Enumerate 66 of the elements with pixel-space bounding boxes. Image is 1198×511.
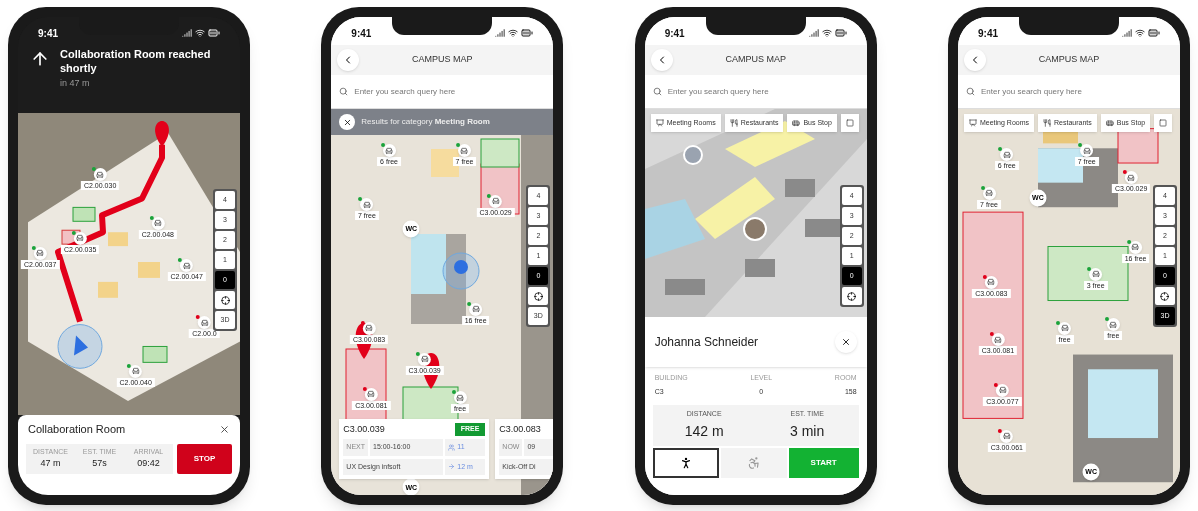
locate-button[interactable]	[1155, 287, 1175, 305]
status-time: 9:41	[664, 26, 685, 41]
crosshair-icon	[1160, 291, 1170, 301]
square-icon	[1159, 119, 1168, 127]
presentation-icon	[655, 119, 664, 127]
battery-icon	[1148, 27, 1160, 39]
signal-icon	[182, 28, 192, 38]
screen-title: CAMPUS MAP	[1038, 53, 1100, 67]
stat-value: 57s	[92, 457, 107, 470]
people-icon	[448, 443, 456, 451]
battery-icon	[834, 27, 847, 39]
person-name: Johanna Schneider	[654, 334, 759, 351]
signal-icon	[495, 28, 506, 38]
fork-knife-icon	[1043, 119, 1051, 127]
back-button[interactable]	[337, 49, 360, 71]
back-button[interactable]	[964, 49, 986, 71]
stat-value: 47 m	[40, 457, 61, 470]
close-icon	[840, 337, 851, 347]
close-icon	[342, 117, 352, 127]
crosshair-icon	[847, 291, 857, 301]
search-field[interactable]: Enter you search query here	[981, 81, 1172, 102]
status-time: 9:41	[978, 26, 998, 41]
wifi-icon	[821, 28, 832, 38]
locate-button[interactable]	[841, 287, 862, 305]
status-time: 9:41	[38, 26, 58, 41]
battery-icon	[208, 27, 220, 39]
presentation-icon	[969, 119, 977, 127]
screen-title: CAMPUS MAP	[412, 53, 473, 67]
search-icon	[652, 87, 662, 96]
screen-title: CAMPUS MAP	[725, 53, 786, 67]
crosshair-icon	[533, 291, 543, 301]
wheelchair-icon	[746, 455, 761, 470]
square-icon	[845, 119, 854, 127]
status-time: 9:41	[351, 26, 372, 41]
search-field[interactable]: Enter you search query here	[667, 81, 859, 102]
room-number: C3.00.083	[499, 422, 541, 436]
direction-distance: in 47 m	[60, 77, 91, 90]
search-icon	[966, 87, 975, 96]
search-field[interactable]: Enter you search query here	[354, 81, 546, 102]
stat-value: 142 m	[684, 421, 724, 441]
arrow-right-icon	[448, 463, 456, 471]
wifi-icon	[508, 28, 519, 38]
destination-title: Collaboration Room	[28, 422, 126, 437]
fork-knife-icon	[729, 119, 738, 127]
stat-value: 09:42	[137, 457, 160, 470]
results-text: Results for category Meeting Room	[361, 116, 490, 128]
close-button[interactable]	[834, 331, 857, 353]
signal-icon	[1122, 28, 1132, 38]
signal-icon	[808, 28, 819, 38]
bus-icon	[792, 119, 801, 127]
stat-value: 3 min	[790, 421, 825, 441]
bus-icon	[1105, 119, 1114, 127]
clear-results-button[interactable]	[339, 114, 356, 130]
room-number: C3.00.039	[343, 422, 385, 436]
close-icon[interactable]	[219, 423, 230, 435]
back-button[interactable]	[650, 49, 673, 71]
locate-button[interactable]	[528, 287, 549, 305]
battery-icon	[521, 27, 534, 39]
walking-mode-button[interactable]	[652, 447, 719, 478]
wifi-icon	[1135, 28, 1145, 38]
locate-button[interactable]	[215, 291, 235, 309]
crosshair-icon	[220, 295, 230, 305]
search-icon	[339, 87, 349, 96]
stop-button[interactable]: STOP	[177, 443, 232, 474]
wifi-icon	[195, 28, 205, 38]
direction-title: Collaboration Room reached shortly	[60, 47, 212, 75]
